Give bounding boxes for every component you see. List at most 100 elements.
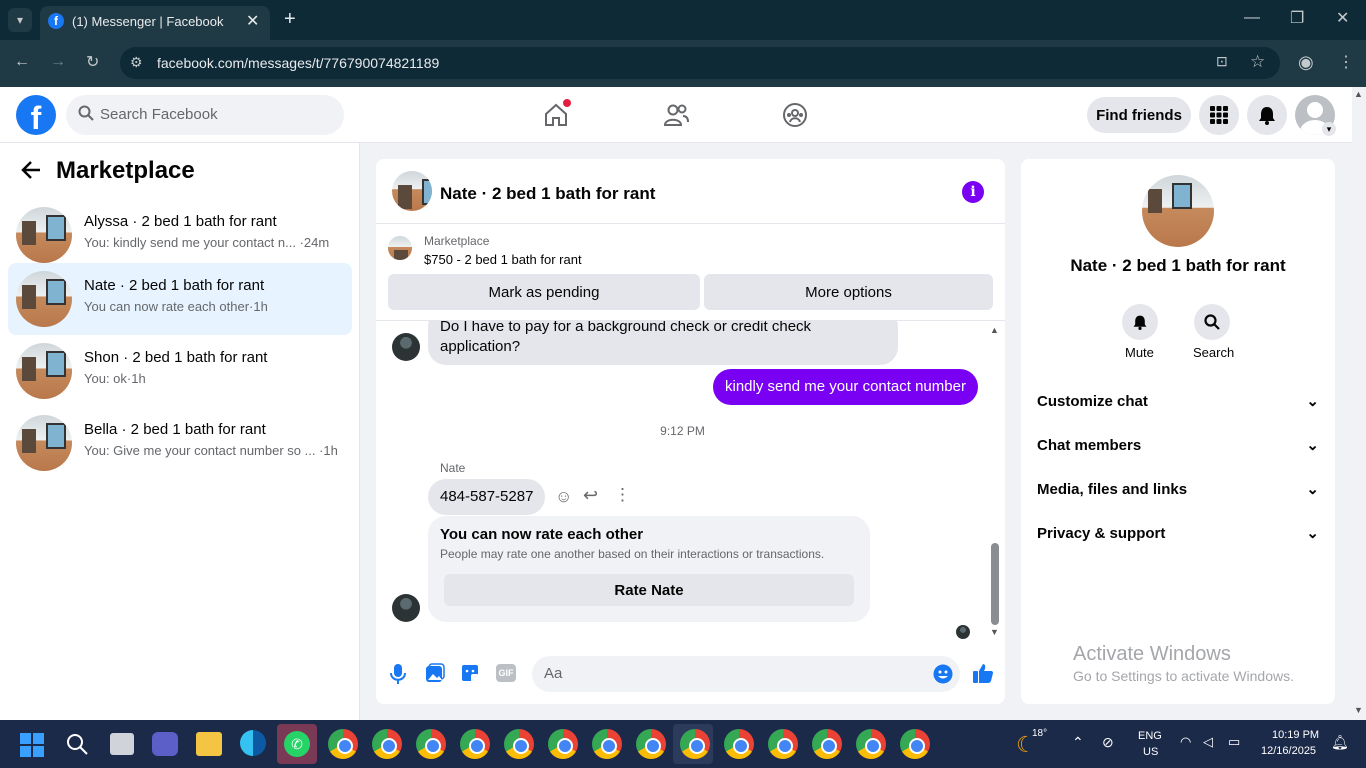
install-app-icon[interactable]: ⊡ (1216, 53, 1228, 70)
chrome-taskbar-icon[interactable] (724, 729, 754, 759)
scroll-down-icon[interactable]: ▼ (990, 627, 999, 637)
sticker-icon[interactable] (460, 663, 480, 683)
search-in-chat-button[interactable] (1194, 304, 1230, 340)
message-more-icon[interactable]: ⋮ (614, 485, 631, 505)
incoming-message[interactable]: Do I have to pay for a background check … (428, 321, 898, 365)
bookmark-star-icon[interactable]: ☆ (1250, 52, 1265, 72)
customize-chat-row[interactable]: Customize chat ⌄ (1037, 386, 1319, 416)
facebook-header: f Search Facebook Find friends ▾ (0, 87, 1352, 143)
reload-icon[interactable]: ↻ (86, 52, 99, 72)
chrome-menu-icon[interactable]: ⋮ (1338, 52, 1354, 72)
edge-icon[interactable] (240, 730, 266, 756)
account-chevron-icon[interactable]: ▾ (1322, 122, 1336, 136)
mark-as-pending-button[interactable]: Mark as pending (388, 274, 700, 310)
back-arrow-icon[interactable] (20, 159, 42, 181)
weather-temp: 18° (1032, 728, 1048, 739)
chrome-taskbar-icon[interactable] (372, 729, 402, 759)
find-friends-button[interactable]: Find friends (1087, 97, 1191, 133)
chevron-down-icon: ⌄ (1306, 481, 1319, 498)
info-icon[interactable]: i (962, 181, 984, 203)
chat-thumbnail[interactable] (392, 171, 432, 211)
chat-title[interactable]: Nate · 2 bed 1 bath for rant (440, 184, 655, 204)
reply-icon[interactable]: ↩ (583, 485, 598, 506)
whatsapp-taskbar-button[interactable]: ✆ (277, 724, 317, 764)
file-explorer-icon[interactable] (196, 732, 222, 756)
search-input[interactable]: Search Facebook (66, 95, 344, 135)
home-icon[interactable] (543, 99, 571, 128)
info-name: Nate · 2 bed 1 bath for rant (1070, 256, 1286, 275)
chat-members-row[interactable]: Chat members ⌄ (1037, 430, 1319, 460)
task-view-icon[interactable] (110, 733, 134, 755)
gallery-icon[interactable] (425, 663, 445, 683)
language-eng[interactable]: ENG (1138, 730, 1162, 742)
volume-icon[interactable]: ◁ (1203, 734, 1213, 750)
facebook-logo[interactable]: f (16, 95, 56, 135)
like-thumb-icon[interactable] (972, 662, 994, 684)
chrome-taskbar-icon[interactable] (636, 729, 666, 759)
chrome-taskbar-icon[interactable] (856, 729, 886, 759)
emoji-icon[interactable] (933, 664, 953, 684)
tab-close-icon[interactable]: ✕ (246, 11, 259, 31)
back-icon[interactable]: ← (14, 53, 30, 71)
chrome-taskbar-icon[interactable] (460, 729, 490, 759)
start-icon[interactable] (20, 733, 44, 757)
chrome-taskbar-icon[interactable] (900, 729, 930, 759)
message-placeholder: Aa (544, 665, 563, 682)
notifications-bell-icon[interactable] (1247, 95, 1287, 135)
menu-grid-icon[interactable] (1199, 95, 1239, 135)
gif-icon[interactable]: GIF (496, 664, 516, 682)
wifi-icon[interactable]: ◠ (1180, 734, 1191, 750)
outgoing-message[interactable]: kindly send me your contact number (713, 369, 978, 405)
chrome-taskbar-icon[interactable] (504, 729, 534, 759)
rate-nate-button[interactable]: Rate Nate (444, 574, 854, 606)
clock-date[interactable]: 12/16/2025 (1261, 745, 1316, 757)
conversation-item-bella[interactable]: Bella · 2 bed 1 bath for rant You: Give … (8, 407, 352, 479)
chrome-taskbar-icon[interactable] (548, 729, 578, 759)
taskbar-search-icon[interactable] (66, 733, 88, 755)
tray-chevron-icon[interactable]: ⌃ (1072, 734, 1084, 751)
minimize-icon[interactable]: — (1244, 9, 1260, 27)
scroll-up-icon[interactable]: ▲ (990, 325, 999, 335)
groups-icon[interactable] (782, 102, 808, 128)
window-close-icon[interactable]: ✕ (1336, 8, 1349, 28)
new-tab-icon[interactable]: + (284, 8, 296, 31)
friends-icon[interactable] (663, 103, 689, 127)
restore-icon[interactable]: ❐ (1290, 8, 1304, 28)
chrome-taskbar-icon[interactable] (812, 729, 842, 759)
media-files-links-row[interactable]: Media, files and links ⌄ (1037, 474, 1319, 504)
rate-card-subtitle: People may rate one another based on the… (440, 547, 825, 561)
more-options-button[interactable]: More options (704, 274, 993, 310)
profile-icon[interactable]: ◉ (1298, 52, 1314, 73)
message-input[interactable]: Aa (532, 656, 960, 692)
sender-name: Nate (440, 461, 466, 475)
browser-tab[interactable]: f (1) Messenger | Facebook ✕ (40, 6, 270, 40)
teams-icon[interactable] (152, 732, 178, 756)
tray-network-off-icon[interactable]: ⊘ (1102, 734, 1114, 751)
chrome-taskbar-icon-active[interactable] (680, 729, 710, 759)
notification-center-icon[interactable]: 🔔︎ (1331, 734, 1349, 751)
clock-time[interactable]: 10:19 PM (1272, 729, 1319, 741)
listing-title[interactable]: $750 - 2 bed 1 bath for rant (424, 252, 582, 267)
site-info-icon[interactable]: ⚙ (130, 54, 143, 71)
forward-icon[interactable]: → (50, 53, 66, 71)
mute-button[interactable] (1122, 304, 1158, 340)
url-field[interactable]: ⚙ facebook.com/messages/t/77679007482118… (120, 47, 1280, 79)
microphone-icon[interactable] (390, 663, 406, 685)
conversation-item-alyssa[interactable]: Alyssa · 2 bed 1 bath for rant You: kind… (8, 199, 352, 271)
chrome-taskbar-icon[interactable] (768, 729, 798, 759)
rate-card: You can now rate each other People may r… (428, 516, 870, 622)
privacy-support-row[interactable]: Privacy & support ⌄ (1037, 518, 1319, 548)
tab-search-dropdown[interactable]: ▾ (8, 8, 32, 32)
page-scrollbar[interactable]: ▲ ▼ (1352, 87, 1366, 720)
chrome-taskbar-icon[interactable] (592, 729, 622, 759)
chrome-taskbar-icon[interactable] (328, 729, 358, 759)
react-emoji-icon[interactable]: ☺ (555, 487, 572, 507)
incoming-message[interactable]: 484-587-5287 (428, 479, 546, 515)
conversation-item-nate[interactable]: Nate · 2 bed 1 bath for rant You can now… (8, 263, 352, 335)
nate-avatar (392, 594, 420, 622)
chrome-taskbar-icon[interactable] (416, 729, 446, 759)
language-us[interactable]: US (1143, 746, 1158, 758)
battery-icon[interactable]: ▭ (1228, 734, 1240, 750)
conversation-item-shon[interactable]: Shon · 2 bed 1 bath for rant You: ok·1h (8, 335, 352, 407)
chat-scrollbar-thumb[interactable] (991, 543, 999, 625)
